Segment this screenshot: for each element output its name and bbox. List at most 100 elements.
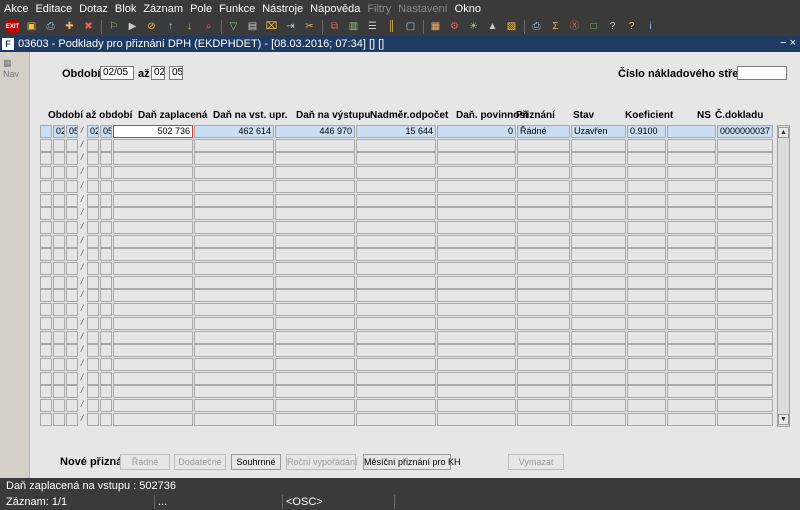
row-selector[interactable] xyxy=(40,289,52,303)
cell-tax-liability[interactable] xyxy=(437,371,516,385)
cell-from-month[interactable] xyxy=(53,262,65,275)
cell-to-year[interactable] xyxy=(100,220,112,234)
cell-excess-deduction[interactable] xyxy=(356,344,436,358)
cell-from-year[interactable] xyxy=(66,220,78,234)
enter-query-icon[interactable]: ⚐ xyxy=(106,19,121,34)
cell-ns[interactable] xyxy=(667,412,716,426)
cell-tax-liability[interactable] xyxy=(437,316,516,330)
cell-ns[interactable] xyxy=(667,385,716,399)
row-selector[interactable] xyxy=(40,207,52,221)
row-selector[interactable] xyxy=(40,316,52,330)
cell-excess-deduction[interactable] xyxy=(356,330,436,344)
menu-item-8[interactable]: Nápověda xyxy=(310,3,360,15)
regular-button[interactable]: Řádné xyxy=(120,454,170,470)
cell-ns[interactable] xyxy=(667,371,716,385)
cell-excess-deduction[interactable] xyxy=(356,152,436,166)
cell-filing[interactable] xyxy=(517,303,570,317)
cell-filing[interactable] xyxy=(517,344,570,358)
cell-state[interactable] xyxy=(571,234,626,248)
cell-doc-no[interactable] xyxy=(717,412,773,426)
cell-doc-no[interactable] xyxy=(717,275,773,289)
cell-coefficient[interactable] xyxy=(627,330,666,344)
cell-coefficient[interactable] xyxy=(627,207,666,221)
cell-to-year[interactable] xyxy=(100,179,112,193)
cell-to-month[interactable]: 02 xyxy=(87,125,99,138)
cell-filing[interactable] xyxy=(517,179,570,193)
cell-input-tax[interactable] xyxy=(194,357,274,371)
cell-state[interactable] xyxy=(571,289,626,303)
monitor-icon[interactable]: □ xyxy=(586,19,601,34)
additional-button[interactable]: Dodatečné xyxy=(174,454,226,470)
cell-doc-no[interactable] xyxy=(717,193,773,207)
cell-ns[interactable] xyxy=(667,138,716,152)
cell-ns[interactable] xyxy=(667,220,716,234)
cell-filing[interactable] xyxy=(517,357,570,371)
cell-output-tax[interactable] xyxy=(275,248,355,262)
cell-state[interactable] xyxy=(571,303,626,317)
cell-from-month[interactable] xyxy=(53,412,65,426)
exit-button[interactable]: EXIT xyxy=(5,19,20,34)
cell-tax-liability[interactable] xyxy=(437,234,516,248)
cell-doc-no[interactable] xyxy=(717,207,773,221)
cell-to-month[interactable] xyxy=(87,330,99,344)
table-row[interactable]: / xyxy=(40,262,775,275)
row-selector[interactable] xyxy=(40,344,52,358)
cell-doc-no[interactable] xyxy=(717,371,773,385)
export-icon[interactable]: ⇥ xyxy=(283,19,298,34)
triangle-icon[interactable]: ▲ xyxy=(485,19,500,34)
cell-from-month[interactable] xyxy=(53,316,65,330)
row-selector[interactable] xyxy=(40,399,52,412)
row-selector[interactable] xyxy=(40,412,52,426)
cell-paid-tax[interactable] xyxy=(113,371,193,385)
cell-ns[interactable] xyxy=(667,316,716,330)
cell-coefficient[interactable] xyxy=(627,138,666,152)
list-icon[interactable]: ☰ xyxy=(365,19,380,34)
cell-from-year[interactable] xyxy=(66,193,78,207)
cell-from-year[interactable] xyxy=(66,207,78,221)
summary-button[interactable]: Souhrnné xyxy=(231,454,281,470)
cell-filing[interactable] xyxy=(517,248,570,262)
cell-to-month[interactable] xyxy=(87,248,99,262)
cell-to-year[interactable] xyxy=(100,412,112,426)
cell-doc-no[interactable] xyxy=(717,357,773,371)
cell-excess-deduction[interactable]: 15 644 xyxy=(356,125,436,138)
cell-coefficient[interactable] xyxy=(627,179,666,193)
calendar-icon[interactable]: ▦ xyxy=(428,19,443,34)
table-row[interactable]: / xyxy=(40,220,775,234)
cell-to-year[interactable]: 05 xyxy=(100,125,112,138)
menu-item-4[interactable]: Záznam xyxy=(143,3,183,15)
row-selector[interactable] xyxy=(40,220,52,234)
cell-tax-liability[interactable] xyxy=(437,385,516,399)
cell-to-year[interactable] xyxy=(100,138,112,152)
delete-record-icon[interactable]: ✖ xyxy=(81,19,96,34)
cell-from-month[interactable] xyxy=(53,330,65,344)
scroll-down-icon[interactable]: ▼ xyxy=(778,414,789,425)
delete-button[interactable]: Vymazat xyxy=(508,454,564,470)
help-icon[interactable]: ? xyxy=(605,19,620,34)
cell-to-year[interactable] xyxy=(100,371,112,385)
row-selector[interactable] xyxy=(40,166,52,180)
cell-excess-deduction[interactable] xyxy=(356,220,436,234)
cell-paid-tax[interactable] xyxy=(113,207,193,221)
cell-doc-no[interactable] xyxy=(717,234,773,248)
question-icon[interactable]: ? xyxy=(624,19,639,34)
cell-input-tax[interactable] xyxy=(194,316,274,330)
cell-from-year[interactable]: 05 xyxy=(66,125,78,138)
cell-tax-liability[interactable] xyxy=(437,166,516,180)
menu-item-11[interactable]: Okno xyxy=(455,3,481,15)
cell-to-month[interactable] xyxy=(87,220,99,234)
cell-from-year[interactable] xyxy=(66,275,78,289)
cell-to-month[interactable] xyxy=(87,193,99,207)
cell-excess-deduction[interactable] xyxy=(356,234,436,248)
cell-coefficient[interactable] xyxy=(627,289,666,303)
cell-state[interactable] xyxy=(571,330,626,344)
cell-output-tax[interactable] xyxy=(275,262,355,275)
menu-item-0[interactable]: Akce xyxy=(4,3,28,15)
cell-from-year[interactable] xyxy=(66,385,78,399)
cell-input-tax[interactable] xyxy=(194,166,274,180)
row-selector[interactable] xyxy=(40,234,52,248)
cell-from-month[interactable] xyxy=(53,399,65,412)
cell-to-month[interactable] xyxy=(87,316,99,330)
cell-from-month[interactable] xyxy=(53,289,65,303)
cell-state[interactable] xyxy=(571,399,626,412)
